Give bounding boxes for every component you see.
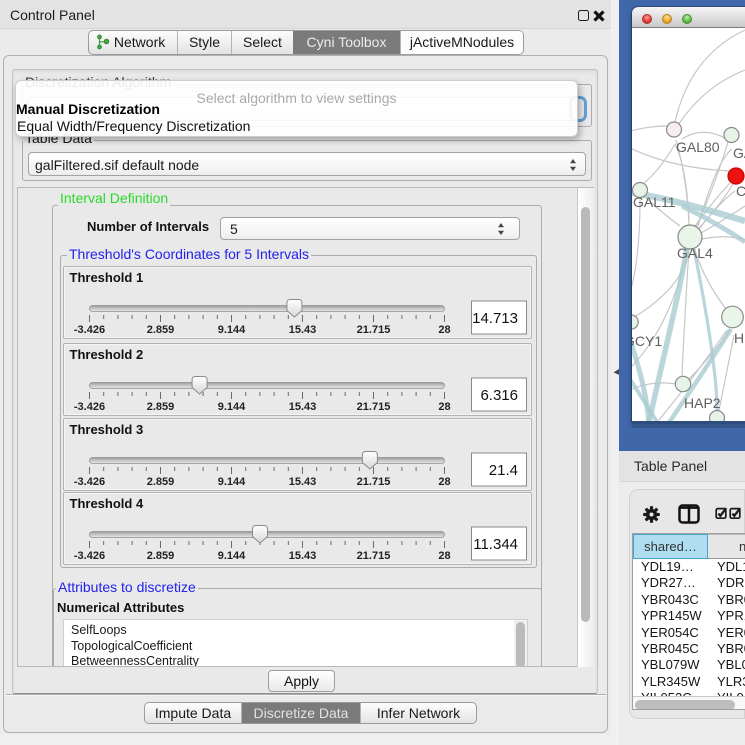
svg-text:28: 28 — [438, 476, 450, 488]
svg-text:21.715: 21.715 — [356, 324, 390, 336]
svg-text:21.4: 21.4 — [488, 462, 517, 479]
svg-text:2.859: 2.859 — [146, 476, 174, 488]
svg-text:GCY1: GCY1 — [632, 333, 662, 349]
svg-text:2.859: 2.859 — [146, 401, 174, 413]
svg-text:GAL11: GAL11 — [633, 194, 676, 210]
svg-text:21.715: 21.715 — [356, 550, 390, 562]
svg-text:HAP2: HAP2 — [684, 395, 721, 411]
svg-text:28: 28 — [438, 401, 450, 413]
svg-text:GAL4: GAL4 — [677, 245, 713, 261]
svg-text:-3.426: -3.426 — [73, 476, 104, 488]
svg-text:GAL80: GAL80 — [676, 139, 720, 155]
svg-text:15.43: 15.43 — [288, 550, 316, 562]
svg-text:HI: HI — [734, 330, 745, 346]
svg-text:GA: GA — [733, 145, 745, 161]
svg-text:9.144: 9.144 — [217, 550, 245, 562]
svg-text:15.43: 15.43 — [288, 324, 316, 336]
svg-text:15.43: 15.43 — [288, 476, 316, 488]
svg-text:9.144: 9.144 — [217, 401, 245, 413]
svg-text:9.144: 9.144 — [217, 476, 245, 488]
svg-text:-3.426: -3.426 — [73, 324, 104, 336]
svg-text:21.715: 21.715 — [356, 401, 390, 413]
svg-text:11.344: 11.344 — [473, 536, 518, 553]
svg-text:21.715: 21.715 — [356, 476, 390, 488]
svg-text:28: 28 — [438, 324, 450, 336]
svg-text:2.859: 2.859 — [146, 550, 174, 562]
svg-text:-3.426: -3.426 — [73, 401, 104, 413]
svg-text:2.859: 2.859 — [146, 324, 174, 336]
svg-text:28: 28 — [438, 550, 450, 562]
svg-text:15.43: 15.43 — [288, 401, 316, 413]
svg-text:-3.426: -3.426 — [73, 550, 104, 562]
svg-text:9.144: 9.144 — [217, 324, 245, 336]
svg-text:C: C — [736, 183, 745, 199]
svg-text:6.316: 6.316 — [480, 387, 518, 404]
svg-text:14.713: 14.713 — [472, 310, 518, 327]
